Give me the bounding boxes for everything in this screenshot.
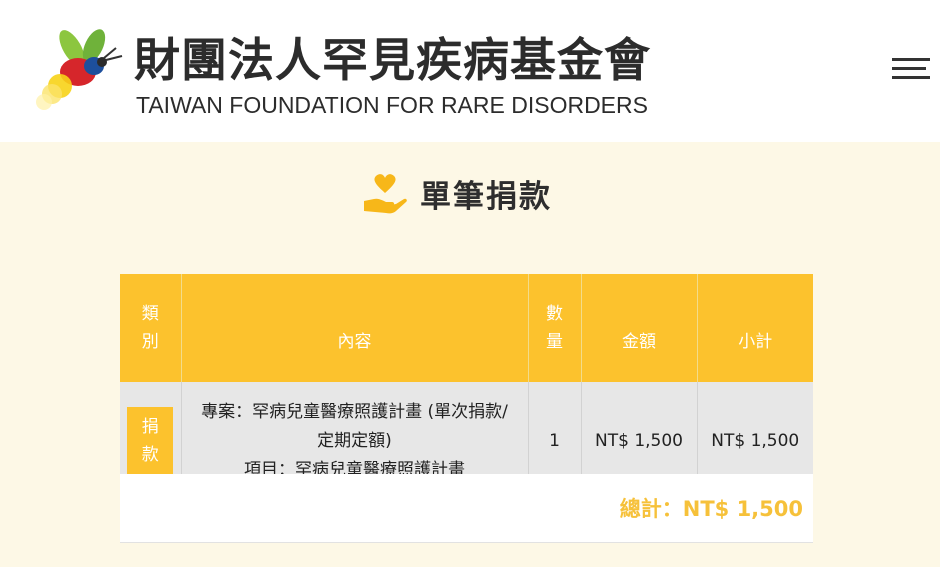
type-badge: 捐款 — [127, 407, 174, 475]
header-content: 內容 — [181, 274, 529, 382]
org-name-zh[interactable]: 財團法人罕見疾病基金會 — [134, 32, 651, 88]
content-project: 專案：罕病兒童醫療照護計畫 (單次捐款/定期定額) — [201, 401, 508, 451]
total-amount: 總計：NT$ 1,500 — [619, 497, 803, 521]
org-name-en[interactable]: TAIWAN FOUNDATION FOR RARE DISORDERS — [136, 92, 648, 118]
heart-hand-icon — [364, 174, 407, 214]
menu-line — [892, 76, 930, 79]
firefly-logo-icon[interactable] — [30, 22, 128, 114]
total-row: 總計：NT$ 1,500 — [120, 474, 813, 543]
menu-line — [892, 67, 926, 70]
hamburger-menu-icon[interactable] — [888, 54, 932, 82]
header-subtotal: 小計 — [697, 274, 813, 382]
header-type: 類別 — [120, 274, 182, 382]
header-amount: 金額 — [581, 274, 698, 382]
donation-table: 類別 內容 數量 金額 小計 捐款 專案：罕病兒童醫療照護計畫 (單次捐款/定期… — [120, 274, 813, 500]
table-header-row: 類別 內容 數量 金額 小計 — [120, 274, 813, 382]
menu-line — [892, 58, 930, 61]
page-title: 單筆捐款 — [362, 168, 552, 218]
header-quantity: 數量 — [528, 274, 582, 382]
page-title-text: 單筆捐款 — [420, 178, 552, 215]
site-header: 財團法人罕見疾病基金會 TAIWAN FOUNDATION FOR RARE D… — [0, 0, 940, 142]
